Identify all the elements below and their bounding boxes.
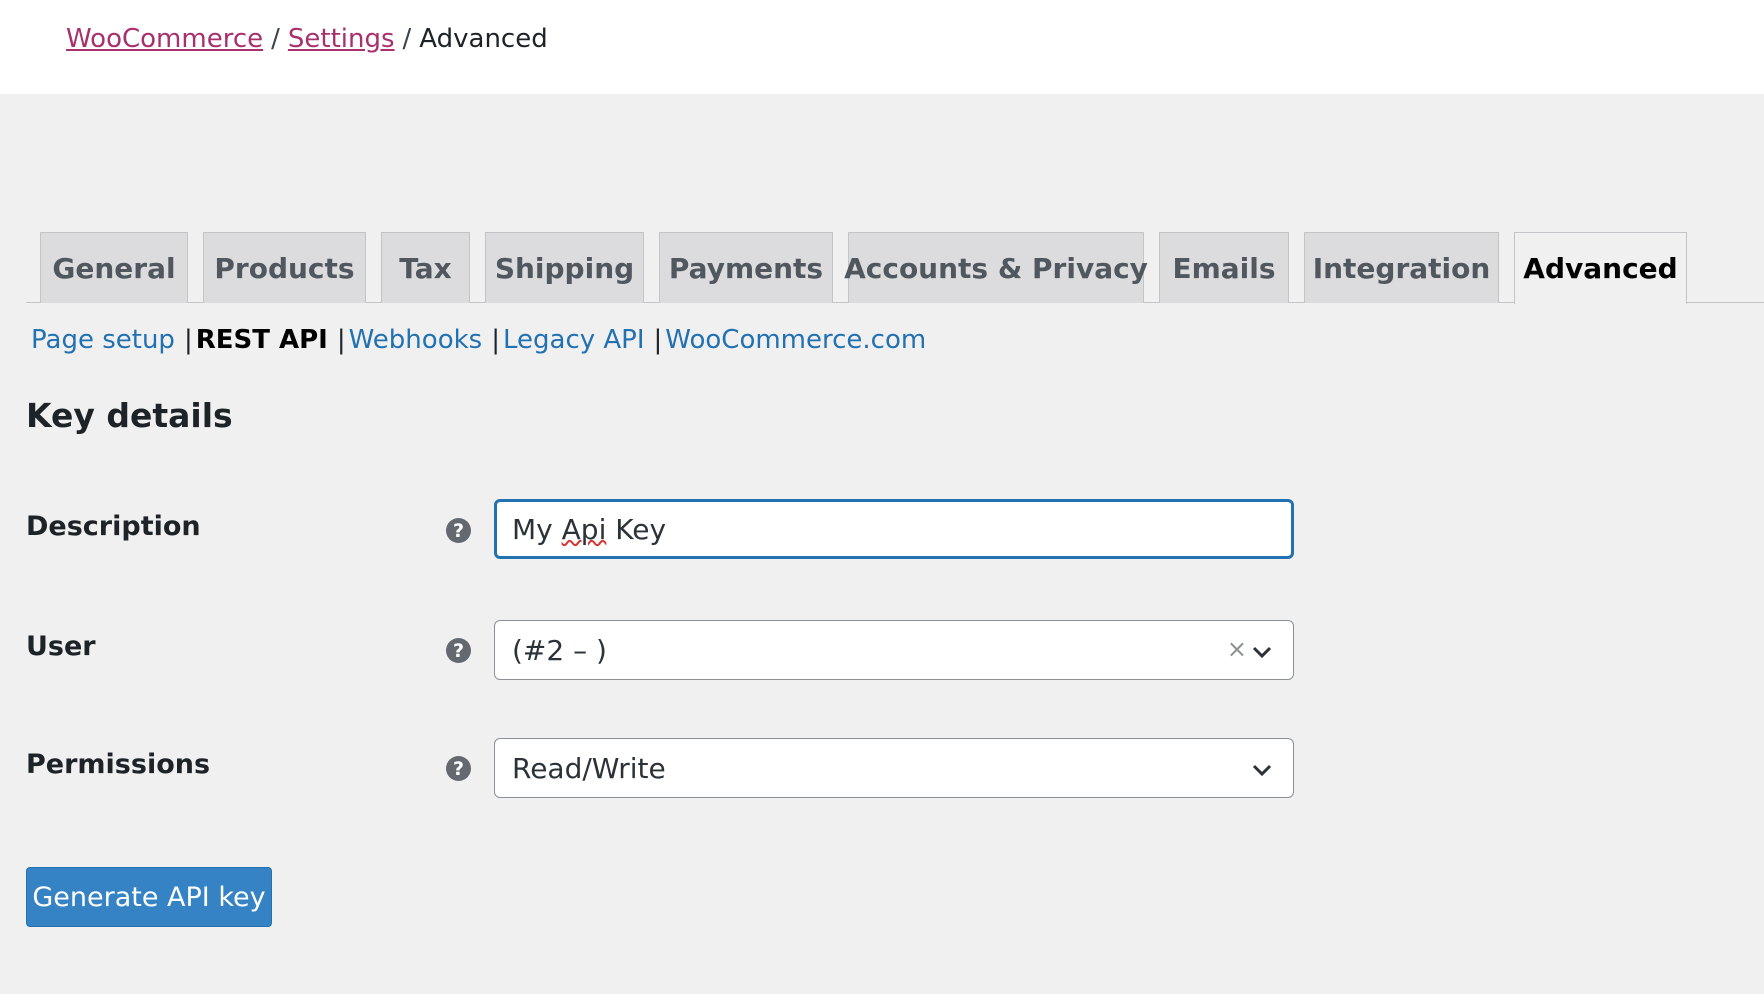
breadcrumb-separator: / bbox=[271, 24, 280, 54]
subnav-separator: | bbox=[491, 325, 500, 355]
chevron-down-icon[interactable] bbox=[1249, 757, 1275, 783]
description-input[interactable]: My Api Key bbox=[494, 499, 1294, 559]
subnav-woocommerce-com[interactable]: WooCommerce.com bbox=[665, 325, 926, 355]
subnav-page-setup[interactable]: Page setup bbox=[31, 325, 175, 355]
subnav-separator: | bbox=[653, 325, 663, 355]
breadcrumb-settings-link[interactable]: Settings bbox=[288, 24, 395, 54]
permissions-label: Permissions bbox=[26, 749, 211, 780]
generate-api-key-button[interactable]: Generate API key bbox=[26, 867, 272, 927]
description-text-misspelled: Api bbox=[561, 512, 607, 546]
advanced-subnav: Page setup | REST API | Webhooks | Legacy API |… bbox=[31, 322, 926, 358]
top-header-bar: WooCommerce / Settings / Advanced bbox=[0, 0, 1764, 94]
permissions-select[interactable]: Read/Write bbox=[494, 738, 1294, 798]
tab-payments[interactable]: Payments bbox=[659, 232, 833, 303]
user-help-icon[interactable]: ? bbox=[446, 638, 471, 663]
description-text-prefix: My bbox=[512, 512, 562, 546]
subnav-separator: | bbox=[183, 325, 193, 355]
tab-advanced[interactable]: Advanced bbox=[1514, 232, 1687, 304]
section-title: Key details bbox=[26, 396, 233, 435]
permissions-help-icon[interactable]: ? bbox=[446, 756, 471, 781]
description-label: Description bbox=[26, 511, 201, 542]
description-input-value: My Api Key bbox=[512, 513, 666, 546]
subnav-separator: | bbox=[336, 325, 346, 355]
breadcrumb: WooCommerce / Settings / Advanced bbox=[66, 22, 548, 56]
user-select[interactable]: (#2 – ) × bbox=[494, 620, 1294, 680]
user-label: User bbox=[26, 631, 96, 662]
tab-emails[interactable]: Emails bbox=[1159, 232, 1289, 303]
tab-tax[interactable]: Tax bbox=[381, 232, 470, 303]
breadcrumb-woocommerce-link[interactable]: WooCommerce bbox=[66, 24, 263, 54]
tab-accounts-privacy[interactable]: Accounts & Privacy bbox=[844, 232, 1148, 303]
subnav-rest-api: REST API bbox=[195, 325, 328, 355]
breadcrumb-separator: / bbox=[402, 24, 412, 54]
clear-icon[interactable]: × bbox=[1227, 635, 1247, 663]
tab-integration[interactable]: Integration bbox=[1304, 232, 1499, 303]
tab-general[interactable]: General bbox=[40, 232, 188, 303]
breadcrumb-current: Advanced bbox=[419, 24, 548, 54]
subnav-webhooks[interactable]: Webhooks bbox=[349, 325, 483, 355]
permissions-select-value: Read/Write bbox=[512, 751, 666, 785]
chevron-down-icon[interactable] bbox=[1249, 639, 1275, 665]
description-text-suffix: Key bbox=[606, 512, 667, 546]
subnav-legacy-api[interactable]: Legacy API bbox=[503, 325, 645, 355]
description-help-icon[interactable]: ? bbox=[446, 518, 471, 543]
tab-products[interactable]: Products bbox=[203, 232, 366, 303]
tab-shipping[interactable]: Shipping bbox=[485, 232, 644, 303]
user-select-value: (#2 – ) bbox=[512, 633, 607, 667]
